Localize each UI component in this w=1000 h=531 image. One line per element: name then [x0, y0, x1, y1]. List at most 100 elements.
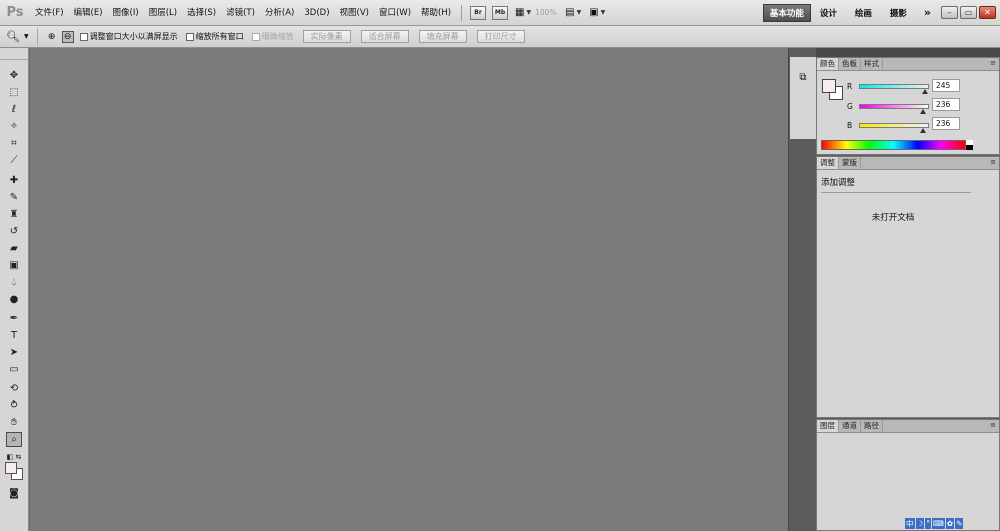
quick-mask-icon[interactable]: ◙: [6, 486, 22, 501]
menu-3d[interactable]: 3D(D): [299, 0, 334, 26]
clone-stamp-tool-icon[interactable]: ♜: [6, 207, 22, 222]
blue-slider[interactable]: [859, 123, 929, 133]
zoom-out-icon[interactable]: ⊖: [61, 30, 74, 43]
red-slider[interactable]: [859, 84, 929, 94]
red-channel-row: R: [847, 82, 929, 94]
minimize-button[interactable]: –: [941, 6, 958, 19]
bridge-button[interactable]: Br: [470, 5, 487, 20]
blue-channel-row: B: [847, 121, 929, 133]
eraser-tool-icon[interactable]: ▰: [6, 241, 22, 256]
mini-bridge-button[interactable]: Mb: [492, 5, 509, 20]
grid-icon: ▦: [515, 7, 525, 18]
skin-icon[interactable]: ✿: [945, 517, 955, 529]
black-white-ramp[interactable]: [966, 140, 973, 150]
ime-chinese-mode[interactable]: 中: [905, 517, 915, 529]
tab-adjustments[interactable]: 调整: [817, 157, 839, 169]
menu-bar: Ps 文件(F) 编辑(E) 图像(I) 图层(L) 选择(S) 滤镜(T) 分…: [0, 0, 1000, 26]
workspace-painting-button[interactable]: 绘画: [846, 7, 881, 19]
screen-mode-dropdown[interactable]: ▣ ▼: [589, 7, 605, 18]
panel-menu-icon[interactable]: ≡: [990, 421, 996, 429]
brush-tool-icon[interactable]: ✎: [6, 190, 22, 205]
color-spectrum-ramp[interactable]: [821, 140, 966, 150]
workspace-design-button[interactable]: 设计: [811, 7, 846, 19]
lasso-tool-icon[interactable]: ℓ: [6, 102, 22, 117]
menu-layer[interactable]: 图层(L): [144, 0, 182, 26]
zoom-tool-icon[interactable]: ⌕: [6, 432, 22, 447]
moon-icon[interactable]: ☽: [915, 517, 925, 529]
toolbox-grip[interactable]: [0, 48, 28, 60]
slider-thumb[interactable]: [922, 89, 929, 94]
dodge-tool-icon[interactable]: ●: [6, 292, 22, 307]
workspace-photography-button[interactable]: 摄影: [881, 7, 916, 19]
foreground-color-swatch[interactable]: [5, 462, 17, 474]
healing-brush-tool-icon[interactable]: ✚: [6, 173, 22, 188]
arrange-documents-dropdown[interactable]: ▤ ▼: [565, 7, 581, 18]
quick-selection-tool-icon[interactable]: ✧: [6, 119, 22, 134]
blur-tool-icon[interactable]: 💧︎: [6, 275, 22, 290]
fit-screen-button[interactable]: 适合屏幕: [360, 30, 409, 43]
menu-image[interactable]: 图像(I): [108, 0, 144, 26]
green-value-input[interactable]: 236: [932, 98, 960, 111]
menu-edit[interactable]: 编辑(E): [69, 0, 108, 26]
chevron-down-icon: ▼: [526, 9, 532, 16]
history-panel-icon[interactable]: ⧉: [796, 72, 810, 86]
more-workspaces-button[interactable]: »: [916, 6, 939, 19]
move-tool-icon[interactable]: ✥: [6, 68, 22, 83]
zoom-all-windows-checkbox[interactable]: 缩放所有窗口: [185, 31, 244, 42]
menu-window[interactable]: 窗口(W): [374, 0, 416, 26]
tools-icon[interactable]: ✎: [955, 517, 964, 529]
tab-masks[interactable]: 蒙版: [839, 157, 861, 169]
restore-button[interactable]: ▭: [960, 6, 977, 19]
view-extras-dropdown[interactable]: ▦ ▼: [515, 7, 531, 18]
chevron-down-icon: ▼: [576, 9, 582, 16]
type-tool-icon[interactable]: T: [6, 328, 22, 343]
options-bar: 🔍︎ ▼ ⊕ ⊖ 调整窗口大小以满屏显示 缩放所有窗口 细微缩放 实际像素 适合屏…: [0, 26, 1000, 48]
resize-windows-checkbox[interactable]: 调整窗口大小以满屏显示: [79, 31, 178, 42]
zoom-in-icon[interactable]: ⊕: [46, 31, 58, 43]
print-size-button[interactable]: 打印尺寸: [476, 30, 525, 43]
tab-color[interactable]: 颜色: [817, 58, 839, 70]
shape-tool-icon[interactable]: ▭: [6, 362, 22, 377]
tab-channels[interactable]: 通道: [839, 420, 861, 432]
menu-filter[interactable]: 滤镜(T): [221, 0, 260, 26]
menu-help[interactable]: 帮助(H): [416, 0, 456, 26]
tool-preset-picker[interactable]: 🔍︎ ▼: [6, 27, 38, 46]
marquee-tool-icon[interactable]: ⬚: [6, 85, 22, 100]
tab-swatches[interactable]: 色板: [839, 58, 861, 70]
slider-thumb[interactable]: [920, 109, 927, 114]
tab-styles[interactable]: 样式: [861, 58, 883, 70]
layers-panel: 图层 通道 路径 ≡: [816, 419, 1000, 531]
color-panel-foreground-swatch[interactable]: [822, 79, 836, 93]
panel-menu-icon[interactable]: ≡: [990, 59, 996, 67]
tab-paths[interactable]: 路径: [861, 420, 883, 432]
menu-analysis[interactable]: 分析(A): [260, 0, 299, 26]
3d-rotate-tool-icon[interactable]: ⟲: [6, 381, 22, 396]
menu-file[interactable]: 文件(F): [30, 0, 69, 26]
zoom-level[interactable]: 100%: [535, 8, 561, 17]
history-brush-tool-icon[interactable]: ↺: [6, 224, 22, 239]
green-channel-row: G: [847, 102, 929, 114]
path-selection-tool-icon[interactable]: ➤: [6, 345, 22, 360]
close-button[interactable]: ✕: [979, 6, 996, 19]
blue-value-input[interactable]: 236: [932, 117, 960, 130]
panel-menu-icon[interactable]: ≡: [990, 158, 996, 166]
eyedropper-tool-icon[interactable]: ⟋: [6, 153, 22, 168]
document-canvas-area[interactable]: [30, 48, 788, 531]
keyboard-icon[interactable]: ⌨: [931, 517, 945, 529]
hand-tool-icon[interactable]: ✋︎: [6, 415, 22, 430]
red-value-input[interactable]: 245: [932, 79, 960, 92]
fill-screen-button[interactable]: 填充屏幕: [418, 30, 467, 43]
crop-tool-icon[interactable]: ⌗: [6, 136, 22, 151]
3d-orbit-tool-icon[interactable]: ⥁: [6, 398, 22, 413]
slider-thumb[interactable]: [920, 128, 927, 133]
tab-layers[interactable]: 图层: [817, 420, 839, 432]
gradient-tool-icon[interactable]: ▣: [6, 258, 22, 273]
green-slider[interactable]: [859, 104, 929, 114]
punctuation-icon[interactable]: °: [925, 517, 931, 529]
pen-tool-icon[interactable]: ✒: [6, 311, 22, 326]
actual-pixels-button[interactable]: 实际像素: [302, 30, 351, 43]
workspace-essentials-button[interactable]: 基本功能: [762, 3, 811, 22]
scrubby-zoom-checkbox[interactable]: 细微缩放: [251, 31, 294, 42]
menu-view[interactable]: 视图(V): [335, 0, 374, 26]
menu-select[interactable]: 选择(S): [182, 0, 221, 26]
